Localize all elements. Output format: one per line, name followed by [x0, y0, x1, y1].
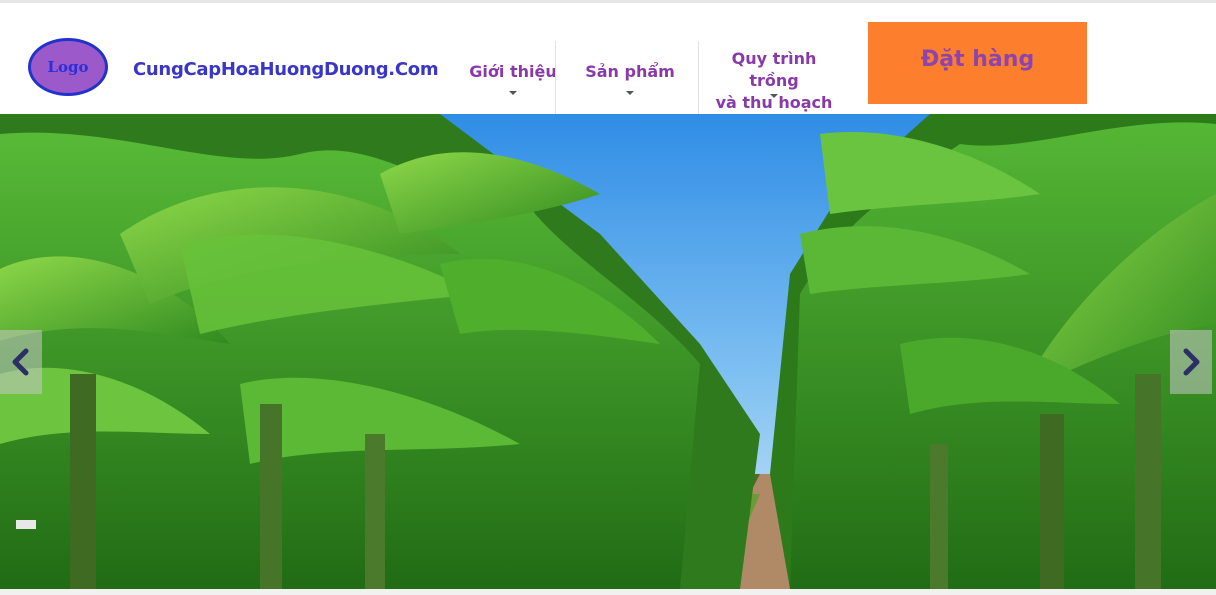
logo-text: Logo [47, 58, 89, 76]
order-button-label: Đặt hàng [920, 46, 1035, 72]
logo[interactable]: Logo [28, 38, 108, 96]
caret-down-icon [770, 94, 778, 98]
banana-plantation-photo [0, 114, 1216, 589]
nav-item-quy-trinh[interactable]: Quy trình trồng và thu hoạch [705, 41, 843, 116]
site-header: Logo CungCapHoaHuongDuong.Com Giới thiệu… [0, 3, 1216, 116]
order-button[interactable]: Đặt hàng [868, 22, 1087, 104]
slider-indicator[interactable] [16, 520, 36, 529]
caret-down-icon [626, 91, 634, 95]
nav-divider [698, 41, 699, 116]
nav-label: Giới thiệu [469, 62, 557, 81]
nav-item-san-pham[interactable]: Sản phẩm [580, 41, 680, 116]
slider-next-button[interactable] [1170, 330, 1212, 394]
slider-prev-button[interactable] [0, 330, 42, 394]
chevron-right-icon [1183, 348, 1200, 376]
hero-slider [0, 114, 1216, 589]
chevron-left-icon [12, 348, 29, 376]
nav-label-line1: Quy trình trồng [731, 49, 817, 90]
nav-item-gioi-thieu[interactable]: Giới thiệu [468, 41, 558, 116]
caret-down-icon [509, 91, 517, 95]
nav-label: Sản phẩm [585, 62, 675, 81]
site-name[interactable]: CungCapHoaHuongDuong.Com [133, 59, 439, 80]
bottom-border [0, 589, 1216, 595]
nav-divider [555, 41, 556, 116]
